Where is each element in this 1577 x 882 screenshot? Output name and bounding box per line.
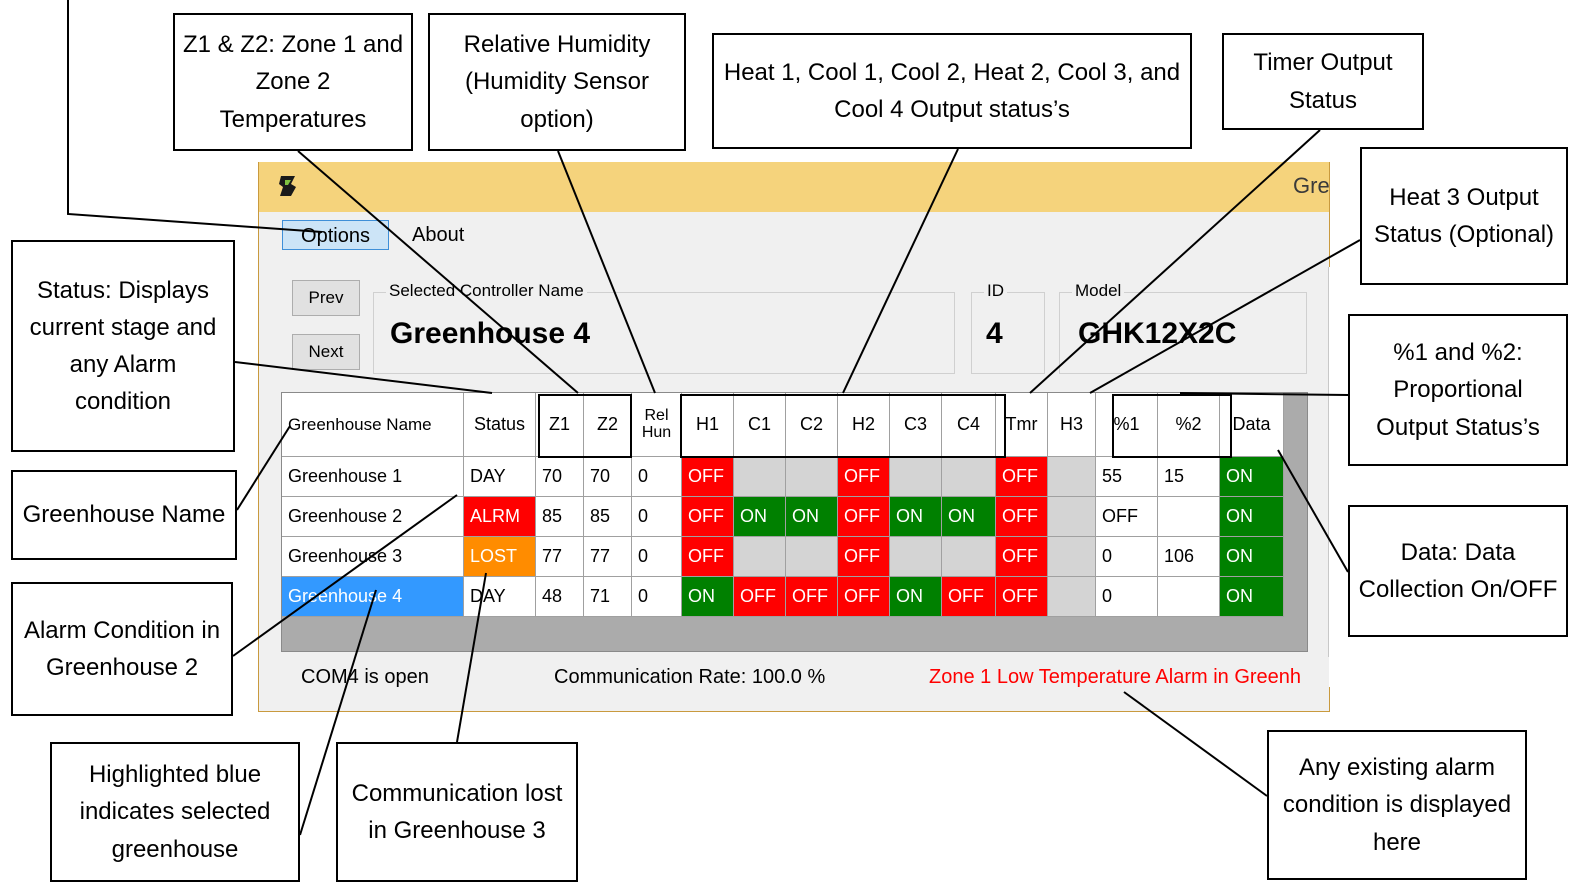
callout-humidity: Relative Humidity (Humidity Sensor optio… (428, 13, 686, 151)
callout-outputs: Heat 1, Cool 1, Cool 2, Heat 2, Cool 3, … (712, 33, 1192, 149)
callout-greenhouse-name: Greenhouse Name (11, 470, 237, 560)
callout-alarm-greenhouse-2: Alarm Condition in Greenhouse 2 (11, 582, 233, 716)
callout-alarm-display: Any existing alarm condition is displaye… (1267, 730, 1527, 880)
callout-heat3: Heat 3 Output Status (Optional) (1360, 147, 1568, 285)
callout-proportional: %1 and %2: Proportional Output Status’s (1348, 314, 1568, 466)
callout-zones: Z1 & Z2: Zone 1 and Zone 2 Temperatures (173, 13, 413, 151)
callout-timer: Timer Output Status (1222, 33, 1424, 130)
callout-data: Data: Data Collection On/OFF (1348, 505, 1568, 637)
callout-selected: Highlighted blue indicates selected gree… (50, 742, 300, 882)
callout-status: Status: Displays current stage and any A… (11, 240, 235, 452)
callout-lost: Communication lost in Greenhouse 3 (336, 742, 578, 882)
